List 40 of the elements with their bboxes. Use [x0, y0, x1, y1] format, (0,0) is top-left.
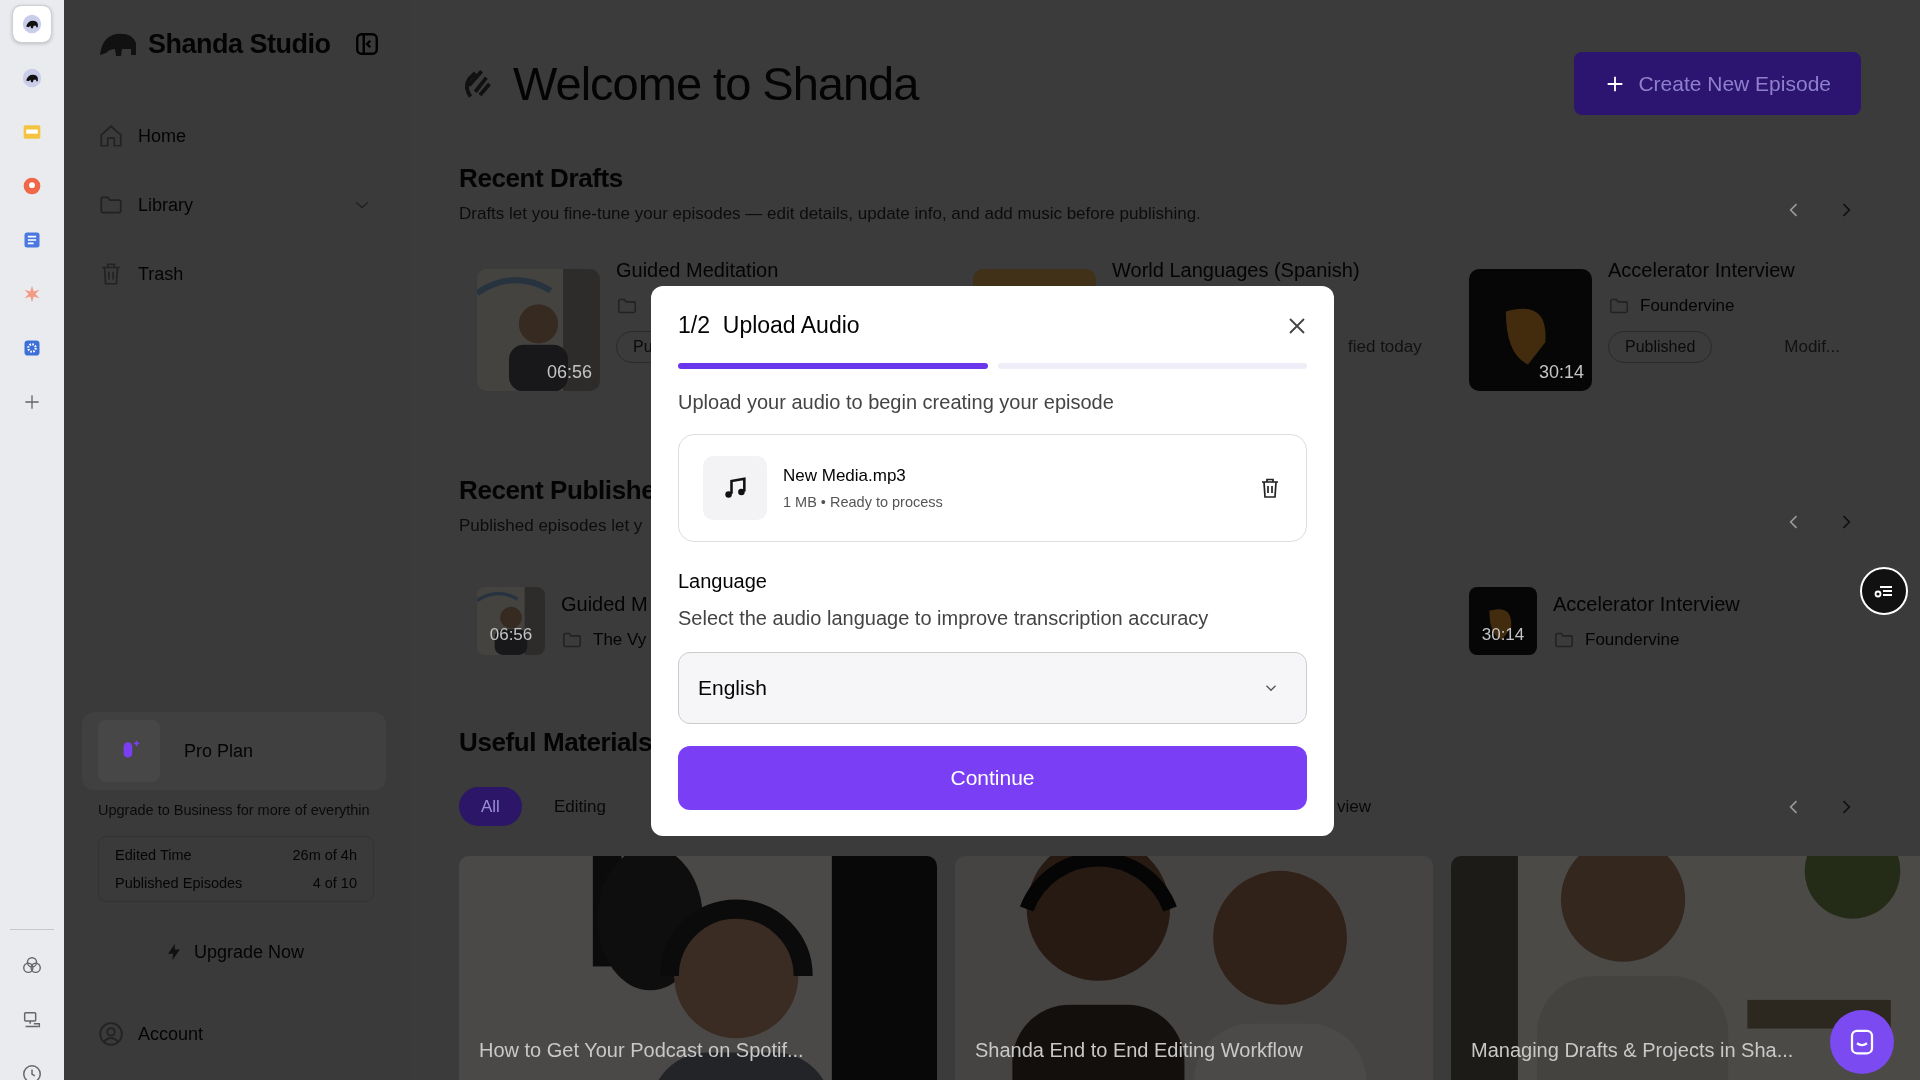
- episode-title[interactable]: Accelerator Interview: [1608, 259, 1841, 282]
- folder-name: Foundervine: [1585, 630, 1680, 650]
- user-circle-icon: [98, 1021, 124, 1047]
- home-icon: [98, 123, 124, 149]
- section-title: Recent Publishe: [459, 475, 656, 505]
- episode-title[interactable]: Accelerator Interview: [1553, 593, 1740, 616]
- field-label: Language: [678, 570, 768, 593]
- clock-icon: [21, 1063, 43, 1080]
- circle-app-icon: [22, 176, 42, 196]
- continue-button[interactable]: Continue: [678, 746, 1307, 810]
- video-title: Shanda End to End Editing Workflow: [975, 1039, 1303, 1062]
- plus-icon: [22, 392, 42, 412]
- starburst-icon: [22, 284, 42, 304]
- field-hint: Select the audio language to improve transcription accuracy: [678, 607, 1210, 630]
- duration-label: 06:56: [488, 625, 534, 645]
- section-title: Useful Materials: [459, 727, 653, 757]
- page-title: Welcome to Shanda: [513, 56, 919, 111]
- video-title: Managing Drafts & Projects in Sha...: [1471, 1039, 1794, 1062]
- folder-app-icon: [22, 122, 42, 142]
- sidebar-collapse-icon: [354, 31, 380, 57]
- duration-label: 06:56: [546, 362, 592, 383]
- floating-menu-button[interactable]: [1860, 567, 1908, 615]
- video-title: How to Get Your Podcast on Spotif...: [479, 1039, 804, 1062]
- app-switcher-button[interactable]: [13, 6, 51, 42]
- dialog-description: Upload your audio to begin creating your episode: [678, 391, 1115, 414]
- folder-name: Foundervine: [1640, 296, 1735, 316]
- section-title: Recent Drafts: [459, 163, 624, 193]
- dialog-title: 1/2 Upload Audio: [678, 312, 860, 339]
- plan-name: Pro Plan: [184, 740, 254, 762]
- language-dropdown[interactable]: English: [678, 652, 1307, 724]
- create-episode-button[interactable]: Create New Episode: [1574, 52, 1861, 115]
- document-icon: [22, 230, 42, 250]
- filter-chip[interactable]: All: [459, 787, 522, 826]
- folder-name: The Vy: [593, 630, 647, 650]
- duration-label: 30:14: [1480, 625, 1526, 645]
- file-name: New Media.mp3: [783, 466, 907, 486]
- file-details: 1 MB • Ready to process: [783, 494, 944, 510]
- duration-label: 30:14: [1538, 362, 1584, 383]
- gear-icon: [22, 338, 42, 358]
- episode-title[interactable]: Guided Meditation: [616, 259, 779, 282]
